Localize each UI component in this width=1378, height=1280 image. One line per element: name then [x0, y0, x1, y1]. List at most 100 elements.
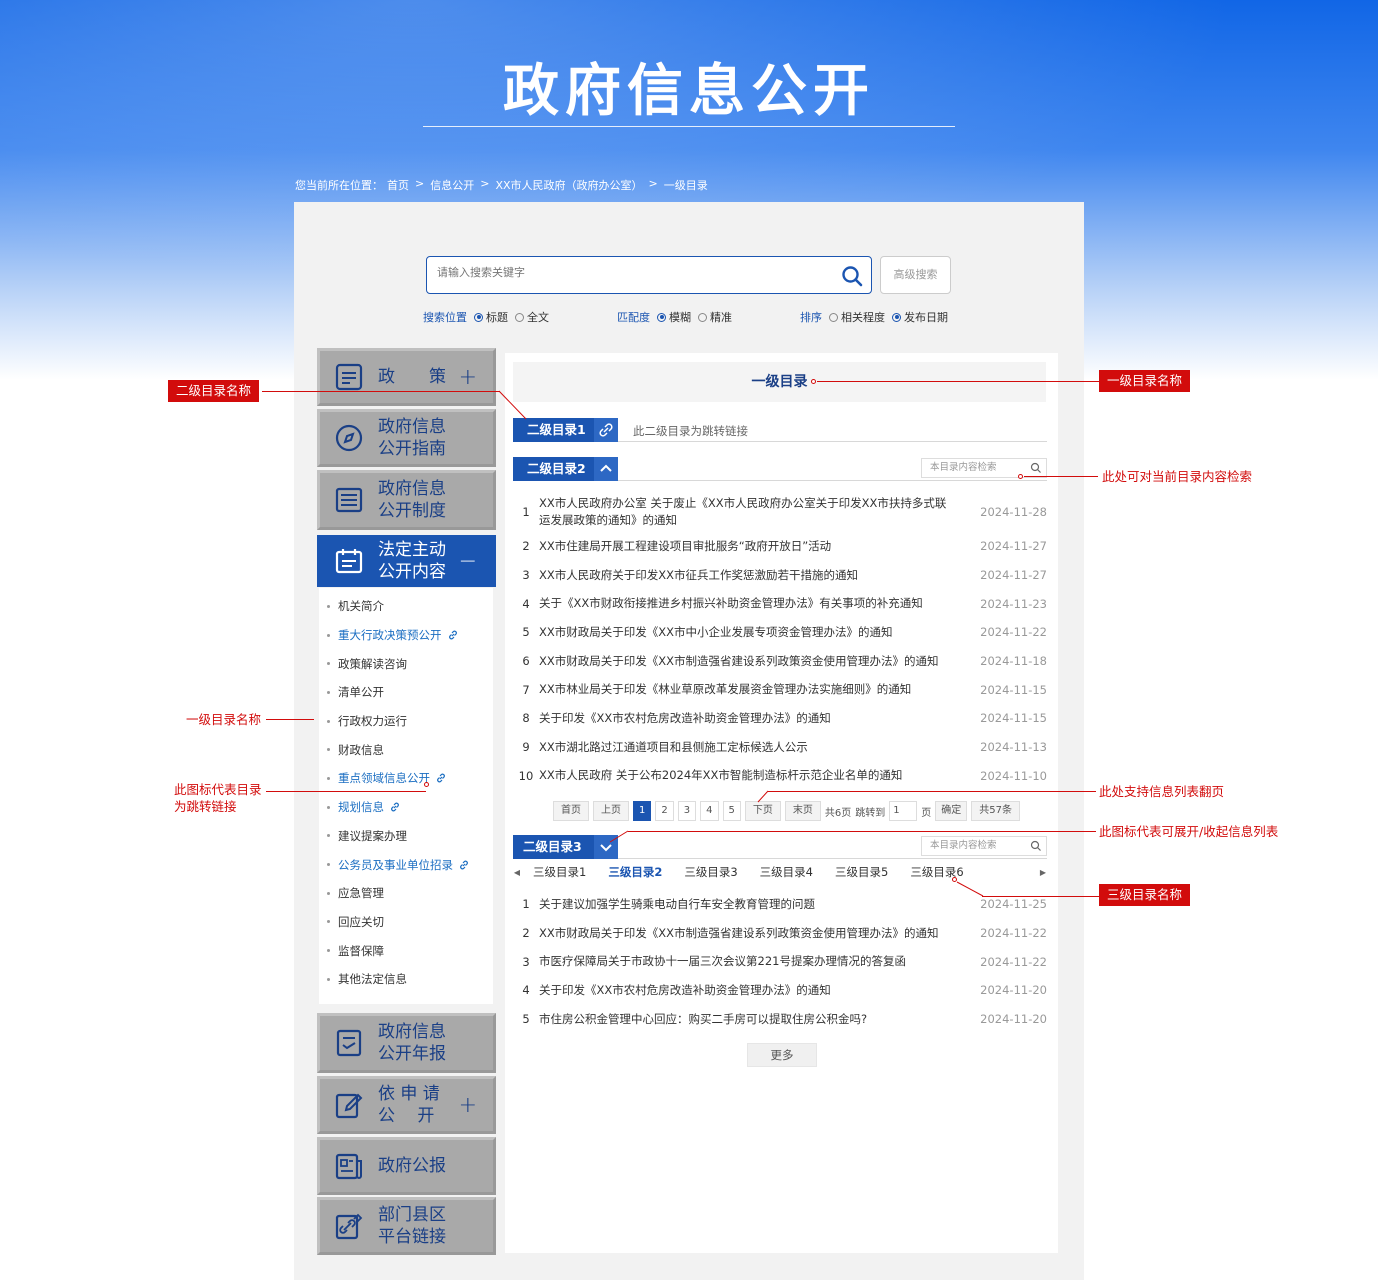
item-title[interactable]: XX市人民政府关于印发XX市征兵工作奖惩激励若干措施的通知	[539, 567, 972, 584]
item-title[interactable]: XX市财政局关于印发《XX市制造强省建设系列政策资金使用管理办法》的通知	[539, 925, 972, 942]
breadcrumb: 您当前所在位置： 首页 > 信息公开 > XX市人民政府（政府办公室） > 一级目录	[295, 177, 708, 193]
expand-icon[interactable]: +	[459, 1093, 477, 1118]
submenu-item[interactable]: 回应关切	[319, 908, 493, 937]
submenu-item[interactable]: 应急管理	[319, 879, 493, 908]
prev-page-button[interactable]: 上页	[593, 801, 629, 821]
list-item[interactable]: 3 XX市人民政府关于印发XX市征兵工作奖惩激励若干措施的通知 2024-11-27	[513, 561, 1047, 590]
item-title[interactable]: XX市人民政府办公室 关于废止《XX市人民政府办公室关于印发XX市扶持多式联运发…	[539, 495, 972, 529]
bullet	[327, 662, 330, 666]
item-title[interactable]: XX市财政局关于印发《XX市中小企业发展专项资金管理办法》的通知	[539, 624, 972, 641]
search-input[interactable]	[437, 266, 827, 279]
item-title[interactable]: 关于《XX市财政衔接推进乡村振兴补助资金管理办法》有关事项的补充通知	[539, 595, 972, 612]
list-item[interactable]: 2 XX市财政局关于印发《XX市制造强省建设系列政策资金使用管理办法》的通知 202…	[513, 919, 1047, 948]
list-item[interactable]: 2 XX市住建局开展工程建设项目审批服务“政府开放日”活动 2024-11-27	[513, 532, 1047, 561]
level3-tab[interactable]: 三级目录1	[533, 864, 586, 880]
section-2-search[interactable]: 本目录内容检索	[921, 458, 1047, 478]
submenu-item[interactable]: 建议提案办理	[319, 822, 493, 851]
item-title[interactable]: XX市财政局关于印发《XX市制造强省建设系列政策资金使用管理办法》的通知	[539, 653, 972, 670]
first-page-button[interactable]: 首页	[553, 801, 589, 821]
submenu-label: 监督保障	[338, 943, 384, 958]
item-title[interactable]: XX市住建局开展工程建设项目审批服务“政府开放日”活动	[539, 538, 972, 555]
list-item[interactable]: 7 XX市林业局关于印发《林业草原改革发展资金管理办法实施细则》的通知 2024-1…	[513, 675, 1047, 704]
list-item[interactable]: 5 XX市财政局关于印发《XX市中小企业发展专项资金管理办法》的通知 2024-11…	[513, 618, 1047, 647]
radio-exact[interactable]	[698, 312, 707, 322]
radio-relevance[interactable]	[829, 312, 838, 322]
list-item[interactable]: 9 XX市湖北路过江通道项目和县侧施工定标候选人公示 2024-11-13	[513, 733, 1047, 762]
list-item[interactable]: 1 XX市人民政府办公室 关于废止《XX市人民政府办公室关于印发XX市扶持多式联运…	[513, 492, 1047, 532]
last-page-button[interactable]: 末页	[784, 801, 821, 821]
submenu-item[interactable]: 规划信息	[319, 793, 493, 822]
item-title[interactable]: XX市湖北路过江通道项目和县侧施工定标候选人公示	[539, 739, 972, 756]
breadcrumb-gov[interactable]: XX市人民政府（政府办公室）	[495, 177, 642, 193]
breadcrumb-home[interactable]: 首页	[387, 177, 409, 193]
submenu-item[interactable]: 清单公开	[319, 678, 493, 707]
sidebar-item-system[interactable]: 政府信息 公开制度	[317, 470, 496, 530]
breadcrumb-info[interactable]: 信息公开	[430, 177, 474, 193]
item-title[interactable]: 市住房公积金管理中心回应：购买二手房可以提取住房公积金吗?	[539, 1011, 972, 1028]
sidebar-item-links[interactable]: 部门县区 平台链接	[317, 1197, 496, 1255]
confirm-button[interactable]: 确定	[935, 801, 968, 821]
radio-fuzzy[interactable]	[657, 312, 666, 322]
sidebar-item-application[interactable]: 依 申 请 公 开 +	[317, 1076, 496, 1134]
submenu-item[interactable]: 机关简介	[319, 592, 493, 621]
search-icon[interactable]	[841, 265, 863, 287]
item-number: 2	[522, 926, 530, 941]
expand-icon[interactable]: +	[459, 365, 477, 390]
section-3-search[interactable]: 本目录内容检索	[921, 836, 1047, 856]
section-3-tab[interactable]: 二级目录3	[513, 835, 618, 859]
item-title[interactable]: 关于印发《XX市农村危房改造补助资金管理办法》的通知	[539, 982, 972, 999]
sidebar-item-annual-report[interactable]: 政府信息 公开年报	[317, 1013, 496, 1073]
page-button[interactable]: 3	[677, 801, 697, 821]
submenu-label: 应急管理	[338, 886, 384, 901]
submenu-item[interactable]: 其他法定信息	[319, 965, 493, 994]
item-title[interactable]: 关于印发《XX市农村危房改造补助资金管理办法》的通知	[539, 710, 972, 727]
radio-title[interactable]	[474, 312, 483, 322]
collapse-icon[interactable]: −	[459, 549, 477, 574]
sidebar-item-guide[interactable]: 政府信息 公开指南	[317, 409, 496, 467]
level3-tab[interactable]: 三级目录5	[835, 864, 888, 880]
sidebar-item-policy[interactable]: 政 策 +	[317, 348, 496, 406]
search-icon[interactable]	[1030, 840, 1042, 852]
page-button[interactable]: 5	[722, 801, 741, 821]
level3-tab[interactable]: 三级目录2	[608, 864, 662, 880]
level3-tab[interactable]: 三级目录3	[684, 864, 737, 880]
match-label: 匹配度	[617, 311, 650, 324]
radio-date[interactable]	[892, 312, 901, 322]
jump-input[interactable]: 1	[889, 801, 918, 821]
item-title[interactable]: XX市人民政府 关于公布2024年XX市智能制造标杆示范企业名单的通知	[539, 767, 972, 784]
more-button[interactable]: 更多	[747, 1043, 817, 1067]
section-2-tab[interactable]: 二级目录2	[513, 457, 618, 481]
chevron-up-icon[interactable]	[594, 457, 618, 481]
list-item[interactable]: 4 关于《XX市财政衔接推进乡村振兴补助资金管理办法》有关事项的补充通知 2024-…	[513, 589, 1047, 618]
item-title[interactable]: XX市林业局关于印发《林业草原改革发展资金管理办法实施细则》的通知	[539, 681, 972, 698]
list-item[interactable]: 4 关于印发《XX市农村危房改造补助资金管理办法》的通知 2024-11-20	[513, 976, 1047, 1005]
submenu-item[interactable]: 政策解读咨询	[319, 649, 493, 678]
list-item[interactable]: 6 XX市财政局关于印发《XX市制造强省建设系列政策资金使用管理办法》的通知 202…	[513, 647, 1047, 676]
list-item[interactable]: 8 关于印发《XX市农村危房改造补助资金管理办法》的通知 2024-11-15	[513, 704, 1047, 733]
submenu-item[interactable]: 重大行政决策预公开	[319, 621, 493, 650]
item-title[interactable]: 关于建议加强学生骑乘电动自行车安全教育管理的问题	[539, 896, 972, 913]
option-fulltext-label: 全文	[527, 311, 549, 324]
chevron-right-icon[interactable]: ▶	[1039, 868, 1047, 877]
advanced-search-button[interactable]: 高级搜索	[880, 256, 951, 294]
page-button[interactable]: 4	[700, 801, 719, 821]
list-item[interactable]: 5 市住房公积金管理中心回应：购买二手房可以提取住房公积金吗? 2024-11-20	[513, 1005, 1047, 1034]
item-date: 2024-11-20	[980, 983, 1047, 998]
submenu-item[interactable]: 行政权力运行	[319, 707, 493, 736]
submenu-item[interactable]: 重点领域信息公开	[319, 764, 493, 793]
page-button[interactable]: 1	[633, 801, 652, 821]
list-item[interactable]: 10 XX市人民政府 关于公布2024年XX市智能制造标杆示范企业名单的通知 202…	[513, 762, 1047, 791]
submenu-item[interactable]: 监督保障	[319, 936, 493, 965]
search-icon[interactable]	[1030, 462, 1042, 474]
level3-tab[interactable]: 三级目录4	[760, 864, 813, 880]
radio-fulltext[interactable]	[515, 312, 524, 322]
page-button[interactable]: 2	[655, 801, 674, 821]
sidebar-item-gazette[interactable]: 政府公报	[317, 1137, 496, 1195]
next-page-button[interactable]: 下页	[744, 801, 781, 821]
list-item[interactable]: 3 市医疗保障局关于市政协十一届三次会议第221号提案办理情况的答复函 2024-1…	[513, 947, 1047, 976]
submenu-item[interactable]: 财政信息	[319, 735, 493, 764]
item-title[interactable]: 市医疗保障局关于市政协十一届三次会议第221号提案办理情况的答复函	[539, 953, 972, 970]
sidebar-item-statutory[interactable]: 法定主动 公开内容 −	[317, 535, 496, 587]
submenu-item[interactable]: 公务员及事业单位招录	[319, 850, 493, 879]
chevron-left-icon[interactable]: ◀	[513, 868, 521, 877]
